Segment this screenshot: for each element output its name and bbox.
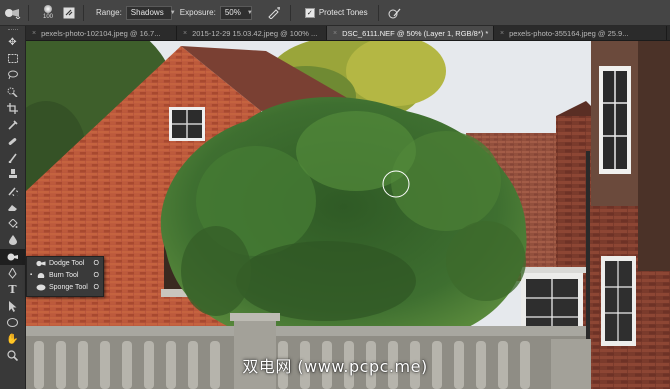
tools-panel: ✥ T ✋ [0, 26, 26, 389]
brush-size-picker[interactable]: 100 [37, 2, 59, 24]
flyout-item-sponge[interactable]: Sponge Tool O [27, 281, 103, 293]
tab-document-1[interactable]: × pexels-photo-102104.jpeg @ 16.7... [26, 26, 177, 40]
brush-size-value: 100 [42, 14, 53, 20]
flyout-item-label: Dodge Tool [49, 259, 85, 267]
brush-panel-toggle[interactable] [59, 4, 79, 22]
brush-tip-icon [44, 5, 52, 13]
tab-document-2[interactable]: × 2015-12-29 15.03.42.jpeg @ 100% ... [177, 26, 327, 40]
flyout-item-burn[interactable]: ▪ Burn Tool O [27, 269, 103, 281]
tab-label: pexels-photo-102104.jpeg @ 16.7... [41, 28, 161, 38]
flyout-item-dodge[interactable]: Dodge Tool O [27, 257, 103, 269]
close-icon[interactable]: × [183, 30, 187, 37]
flyout-item-label: Sponge Tool [49, 283, 88, 291]
exposure-value: 50% [224, 8, 241, 17]
photo-image [26, 41, 670, 389]
close-icon[interactable]: × [333, 30, 337, 37]
marquee-tool-icon[interactable] [0, 51, 25, 68]
tab-label: DSC_6111.NEF @ 50% (Layer 1, RGB/8*) * [342, 28, 489, 38]
panel-grip[interactable] [0, 26, 25, 34]
tab-label: pexels-photo-355164.jpeg @ 25.9... [509, 28, 629, 38]
type-tool-icon[interactable]: T [0, 282, 25, 299]
exposure-label: Exposure: [179, 8, 216, 17]
protect-tones-label: Protect Tones [318, 8, 368, 17]
tab-document-4[interactable]: × pexels-photo-355164.jpeg @ 25.9... [494, 26, 667, 40]
eyedropper-icon[interactable] [0, 117, 25, 134]
dodge-tool-flyout: Dodge Tool O ▪ Burn Tool O Sponge Tool O [26, 256, 104, 297]
sponge-tool-icon [36, 284, 46, 291]
quick-selection-icon[interactable] [0, 84, 25, 101]
blur-tool-icon[interactable] [0, 232, 25, 249]
chevron-down-icon: ▼ [246, 9, 253, 16]
range-select[interactable]: Shadows ▼ [125, 5, 176, 20]
history-brush-icon[interactable] [0, 183, 25, 200]
lasso-tool-icon[interactable] [0, 67, 25, 84]
dodge-tool-icon[interactable] [0, 248, 25, 265]
airbrush-icon[interactable] [262, 4, 286, 22]
close-icon[interactable]: × [500, 30, 504, 37]
brush-tool-icon[interactable] [0, 150, 25, 167]
shortcut-key: O [93, 259, 99, 267]
chevron-down-icon: ▼ [169, 9, 176, 16]
shortcut-key: O [93, 271, 99, 279]
range-value: Shadows [130, 8, 164, 17]
close-icon[interactable]: × [32, 30, 36, 37]
flyout-item-label: Burn Tool [49, 271, 79, 279]
clone-stamp-icon[interactable] [0, 166, 25, 183]
watermark-text: 双电网 (www.pcpc.me) [242, 357, 428, 376]
shortcut-key: O [93, 283, 99, 291]
separator [28, 4, 29, 21]
dodge-tool-icon [36, 260, 46, 267]
separator [289, 4, 291, 21]
eraser-icon[interactable] [0, 199, 25, 216]
shape-tool-icon[interactable] [0, 315, 25, 332]
path-selection-icon[interactable] [0, 298, 25, 315]
pressure-size-icon[interactable] [383, 4, 407, 22]
pen-tool-icon[interactable] [0, 265, 25, 282]
hand-tool-icon[interactable]: ✋ [0, 331, 25, 348]
burn-tool-icon [36, 272, 46, 279]
separator [83, 4, 84, 21]
document-canvas[interactable] [26, 41, 670, 389]
document-tabs: × pexels-photo-102104.jpeg @ 16.7... × 201… [26, 26, 670, 40]
range-label: Range: [96, 8, 122, 17]
options-bar: 100 Range: Shadows ▼ Exposure: 50% ▼ ✓ P… [0, 0, 670, 26]
healing-brush-icon[interactable] [0, 133, 25, 150]
protect-tones-checkbox[interactable]: ✓ [304, 7, 315, 18]
tab-document-3[interactable]: × DSC_6111.NEF @ 50% (Layer 1, RGB/8*) * [327, 26, 494, 40]
tab-label: 2015-12-29 15.03.42.jpeg @ 100% ... [192, 28, 318, 38]
burn-tool-preset-icon[interactable] [0, 4, 24, 22]
paint-bucket-icon[interactable] [0, 216, 25, 233]
move-tool-icon[interactable]: ✥ [0, 34, 25, 51]
crop-tool-icon[interactable] [0, 100, 25, 117]
exposure-field[interactable]: 50% ▼ [219, 5, 253, 20]
separator [377, 4, 379, 21]
